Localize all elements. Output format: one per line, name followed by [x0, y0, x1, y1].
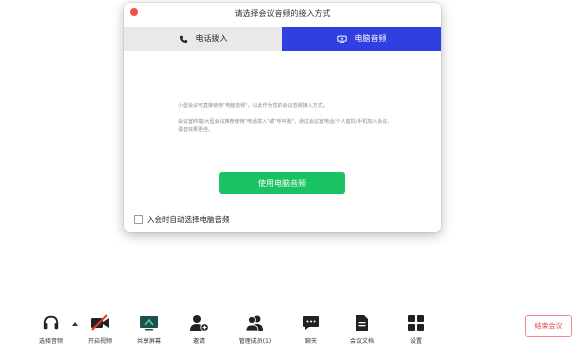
end-meeting-button[interactable]: 结束会议: [525, 315, 572, 337]
start-video-button[interactable]: 开启视频: [76, 313, 124, 345]
info-line-2: 会议室终端/大型会议推荐使用"电话拨入"或"呼叫我"，通过会议室电话/个人座机/…: [178, 119, 393, 133]
settings-icon: [392, 313, 440, 333]
manage-members-button[interactable]: 管理成员(1): [231, 313, 279, 345]
meeting-docs-label: 会议文档: [349, 338, 374, 345]
audio-join-dialog: 请选择会议音频的接入方式 电话拨入 电脑音频 小型会议可直接使用"电脑音频"，以…: [124, 3, 441, 232]
tab-phone-dial-in[interactable]: 电话拨入: [124, 27, 282, 51]
tab-computer-label: 电脑音频: [354, 34, 387, 43]
document-icon: [338, 313, 386, 333]
chat-label: 聊天: [304, 338, 317, 345]
share-screen-label: 共享屏幕: [136, 338, 161, 345]
select-audio-button[interactable]: 选择音频: [27, 313, 75, 345]
audio-info-text: 小型会议可直接使用"电脑音频"，以此作为您的会议音频接入方式； 会议室终端/大型…: [178, 102, 393, 142]
auto-select-label: 入会时自动选择电脑音频: [147, 215, 230, 224]
video-off-icon: [76, 313, 124, 333]
info-line-1: 小型会议可直接使用"电脑音频"，以此作为您的会议音频接入方式；: [178, 103, 328, 109]
auto-select-checkbox[interactable]: [134, 215, 143, 224]
settings-label: 设置: [409, 338, 422, 345]
tab-computer-audio[interactable]: 电脑音频: [282, 27, 441, 51]
chat-icon: [287, 313, 335, 333]
auto-select-audio-option[interactable]: 入会时自动选择电脑音频: [134, 214, 230, 225]
dialog-title: 请选择会议音频的接入方式: [234, 9, 331, 18]
chat-button[interactable]: 聊天: [287, 313, 335, 345]
start-video-label: 开启视频: [87, 338, 112, 345]
share-screen-icon: [125, 313, 173, 333]
dialog-titlebar: 请选择会议音频的接入方式: [124, 3, 441, 23]
computer-icon: [336, 35, 347, 44]
phone-icon: [179, 35, 188, 44]
invite-button[interactable]: 邀请: [175, 313, 223, 345]
invite-label: 邀请: [192, 338, 205, 345]
close-icon[interactable]: [130, 8, 138, 16]
audio-tabs: 电话拨入 电脑音频: [124, 27, 441, 51]
members-icon: [231, 313, 279, 333]
invite-icon: [175, 313, 223, 333]
tab-phone-label: 电话拨入: [195, 34, 228, 43]
manage-members-label: 管理成员(1): [238, 338, 272, 345]
headset-icon: [27, 313, 75, 333]
select-audio-label: 选择音频: [38, 338, 63, 345]
meeting-docs-button[interactable]: 会议文档: [338, 313, 386, 345]
settings-button[interactable]: 设置: [392, 313, 440, 345]
use-computer-audio-button[interactable]: 使用电脑音频: [219, 172, 345, 194]
share-screen-button[interactable]: 共享屏幕: [125, 313, 173, 345]
